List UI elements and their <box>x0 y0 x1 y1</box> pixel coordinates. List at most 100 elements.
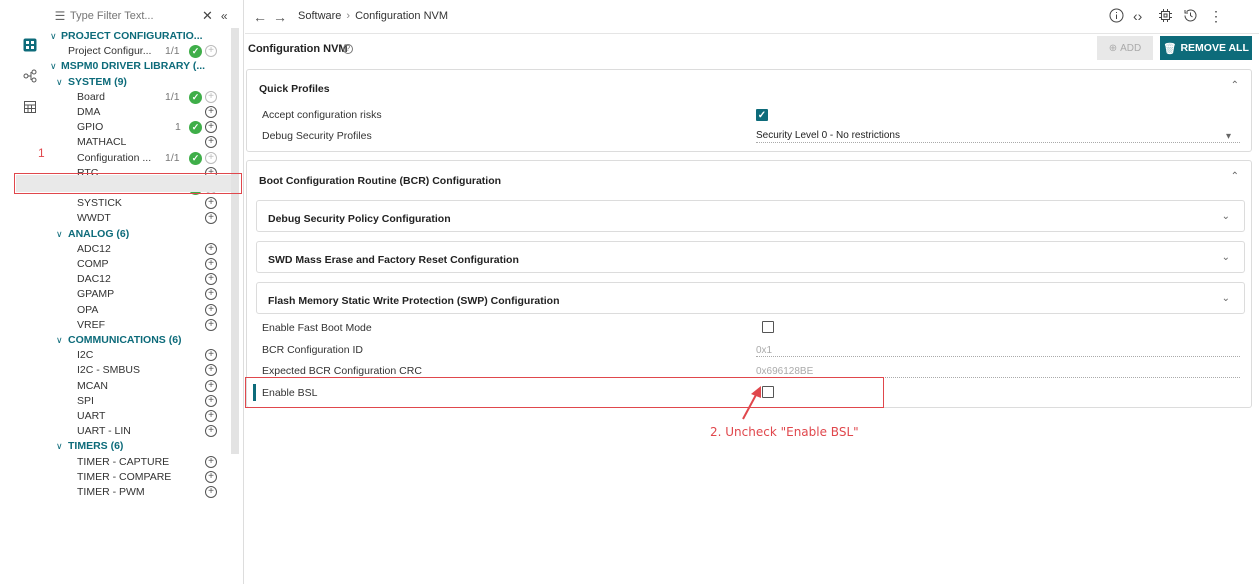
chevron-down-icon[interactable]: ∨ <box>56 227 63 242</box>
back-arrow-icon[interactable]: ← <box>253 9 267 25</box>
accept-risks-checkbox[interactable]: ✓ <box>756 109 768 121</box>
tree-item[interactable]: Project Configur... 1/1 ✓ + <box>44 44 234 59</box>
config-id-value[interactable]: 0x1 <box>756 345 772 356</box>
tree-graph-icon[interactable] <box>22 68 38 84</box>
add-instance-icon[interactable]: + <box>205 470 217 483</box>
add-instance-icon[interactable]: + <box>205 45 217 58</box>
tree-item[interactable]: DAC12 + <box>44 272 234 287</box>
add-instance-icon[interactable]: + <box>205 410 217 422</box>
add-instance-icon[interactable]: + <box>205 136 217 149</box>
add-instance-icon[interactable]: + <box>205 258 217 270</box>
breadcrumb-software[interactable]: Software <box>298 10 341 22</box>
tree-category[interactable]: ∨ COMMUNICATIONS (6) <box>44 333 234 348</box>
info-icon[interactable] <box>1109 8 1124 26</box>
tree-category[interactable]: ∨ SYSTEM (9) <box>44 75 234 90</box>
tree-item[interactable]: DMA + <box>44 105 234 120</box>
tree-item[interactable]: TIMER - PWM + <box>44 485 234 500</box>
tree-item[interactable]: VREF + <box>44 318 234 333</box>
add-instance-icon[interactable]: + <box>205 394 217 407</box>
add-instance-icon[interactable]: + <box>205 212 217 225</box>
tree-item-label: UART - LIN <box>77 425 131 438</box>
add-instance-icon[interactable]: + <box>205 90 217 103</box>
bcr-title[interactable]: Boot Configuration Routine (BCR) Configu… <box>259 175 501 187</box>
expand-swd-erase-icon[interactable]: ⌄ <box>1222 252 1230 263</box>
filter-input[interactable] <box>70 10 190 22</box>
expand-swp-icon[interactable]: ⌄ <box>1222 293 1230 304</box>
chip-icon[interactable] <box>1158 8 1173 26</box>
add-instance-icon[interactable]: + <box>205 106 217 118</box>
add-button[interactable]: ⊕ ADD <box>1097 36 1153 60</box>
add-instance-icon[interactable]: + <box>205 303 217 316</box>
tree-item[interactable]: OPA + <box>44 303 234 318</box>
chevron-down-icon[interactable]: ∨ <box>50 59 57 74</box>
collapse-quick-profiles-icon[interactable]: ⌃ <box>1231 80 1239 91</box>
add-instance-icon[interactable]: + <box>205 364 217 377</box>
tree-item[interactable]: GPAMP + <box>44 287 234 302</box>
add-instance-icon[interactable]: + <box>205 486 217 498</box>
history-icon[interactable] <box>1183 8 1198 26</box>
help-icon[interactable]: ? <box>343 44 353 54</box>
add-instance-icon[interactable]: + <box>205 349 217 362</box>
add-instance-icon[interactable]: + <box>205 151 217 164</box>
tree-item[interactable]: MATHACL + <box>44 135 234 150</box>
collapse-panel-icon[interactable]: « <box>221 9 228 23</box>
add-instance-icon[interactable]: + <box>205 273 217 286</box>
forward-arrow-icon[interactable]: → <box>273 9 287 25</box>
tree-category[interactable]: ∨ TIMERS (6) <box>44 439 234 454</box>
tree-item[interactable]: TIMER - CAPTURE + <box>44 455 234 470</box>
swd-erase-section[interactable]: SWD Mass Erase and Factory Reset Configu… <box>256 241 1245 273</box>
tree-item[interactable]: COMP + <box>44 257 234 272</box>
add-instance-icon[interactable]: + <box>205 379 217 392</box>
remove-all-label: REMOVE ALL <box>1180 42 1249 54</box>
dropdown-arrow-icon[interactable]: ▾ <box>1226 131 1231 142</box>
tree-item-label: DMA <box>77 106 101 118</box>
chevron-down-icon[interactable]: ∨ <box>56 75 63 90</box>
add-instance-icon[interactable]: + <box>205 121 217 134</box>
tree-item[interactable]: Board 1/1 ✓ + <box>44 90 234 105</box>
add-instance-icon[interactable]: + <box>205 288 217 301</box>
breadcrumb-current: Configuration NVM <box>355 10 449 22</box>
tree-category[interactable]: ∨ MSPM0 DRIVER LIBRARY (... <box>44 59 234 74</box>
add-instance-icon[interactable]: + <box>205 455 217 468</box>
tree-item[interactable]: SYSTICK + <box>44 196 234 211</box>
code-view-icon[interactable]: ‹› <box>1133 8 1142 24</box>
config-id-label: BCR Configuration ID <box>262 344 363 356</box>
modules-icon[interactable] <box>22 37 38 53</box>
tree-item[interactable]: I2C + <box>44 348 234 363</box>
chevron-down-icon[interactable]: ∨ <box>56 333 63 348</box>
tree-item[interactable]: GPIO 1 ✓ + <box>44 120 234 135</box>
tree-item[interactable]: Configuration ... 1/1 ✓ + <box>44 151 234 166</box>
calculator-icon[interactable] <box>22 99 38 115</box>
add-instance-icon[interactable]: + <box>205 242 217 255</box>
tree-item[interactable]: UART + <box>44 409 234 424</box>
tree-category[interactable]: ∨ PROJECT CONFIGURATIO... <box>44 29 234 44</box>
crc-value[interactable]: 0x696128BE <box>756 366 813 377</box>
debug-profiles-select[interactable] <box>756 142 1240 143</box>
tree-item[interactable]: WWDT + <box>44 211 234 226</box>
collapse-bcr-icon[interactable]: ⌃ <box>1231 171 1239 182</box>
fast-boot-checkbox[interactable] <box>762 321 774 333</box>
more-menu-icon[interactable]: ⋮ <box>1209 8 1223 25</box>
tree-item[interactable]: MCAN + <box>44 379 234 394</box>
add-instance-icon[interactable]: + <box>205 425 217 438</box>
chevron-down-icon[interactable]: ∨ <box>56 439 63 454</box>
quick-profiles-title[interactable]: Quick Profiles <box>259 83 330 95</box>
tree-item[interactable]: TIMER - COMPARE + <box>44 470 234 485</box>
clear-filter-icon[interactable]: ✕ <box>202 8 213 24</box>
add-instance-icon[interactable]: + <box>205 197 217 210</box>
debug-policy-section[interactable]: Debug Security Policy Configuration ⌄ <box>256 200 1245 232</box>
annotation-box-2 <box>245 377 884 408</box>
tree-item-label: SYSTICK <box>77 197 122 210</box>
tree-item-label: VREF <box>77 318 106 331</box>
tree-item[interactable]: UART - LIN + <box>44 424 234 439</box>
tree-item[interactable]: SPI + <box>44 394 234 409</box>
swp-section[interactable]: Flash Memory Static Write Protection (SW… <box>256 282 1245 314</box>
remove-all-button[interactable]: 🗑 REMOVE ALL <box>1160 36 1252 60</box>
tree-item[interactable]: ADC12 + <box>44 242 234 257</box>
chevron-down-icon[interactable]: ∨ <box>50 29 57 44</box>
tree-category[interactable]: ∨ ANALOG (6) <box>44 227 234 242</box>
debug-profiles-value[interactable]: Security Level 0 - No restrictions <box>756 130 900 141</box>
expand-debug-policy-icon[interactable]: ⌄ <box>1222 211 1230 222</box>
add-instance-icon[interactable]: + <box>205 318 217 331</box>
tree-item[interactable]: I2C - SMBUS + <box>44 363 234 378</box>
